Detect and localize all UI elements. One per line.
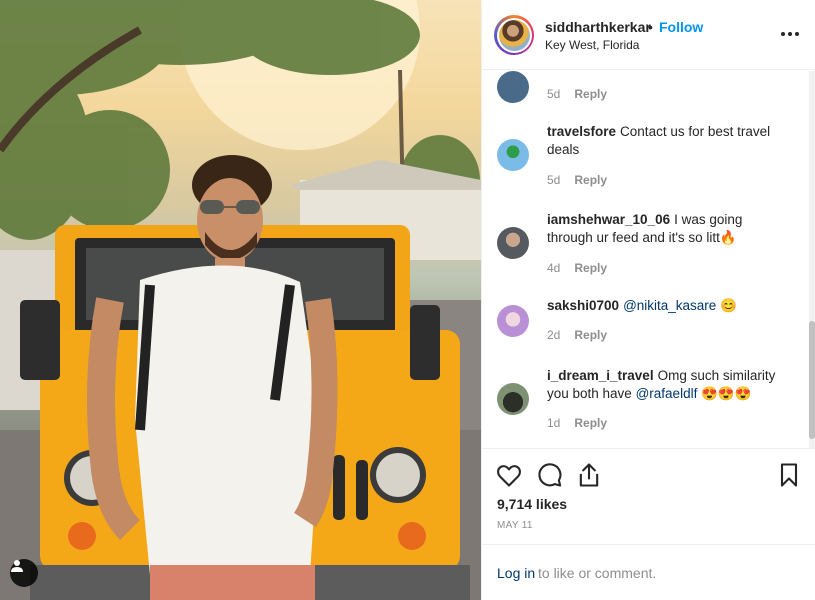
comment-emoji: 😍😍😍 — [701, 386, 752, 401]
comment-text: iamshehwar_10_06 I was going through ur f… — [547, 211, 787, 247]
comment-age: 4d — [547, 261, 561, 275]
comments-list[interactable]: 5d Reply travelsfore Contact us for best t… — [482, 71, 815, 448]
commenter-avatar[interactable] — [497, 139, 529, 171]
commenter-avatar[interactable] — [497, 383, 529, 415]
comment-meta: 2d Reply — [547, 328, 607, 342]
commenter-username[interactable]: sakshi0700 — [547, 298, 619, 313]
comment-mention[interactable]: @rafaeldlf — [636, 386, 698, 401]
heart-icon[interactable] — [495, 461, 523, 489]
user-tag-icon — [11, 560, 23, 572]
reply-button[interactable]: Reply — [574, 261, 607, 275]
comment-meta: 5d Reply — [547, 173, 607, 187]
comment-text: sakshi0700 @nikita_kasare 😊 — [547, 297, 787, 315]
comment-age: 2d — [547, 328, 561, 342]
post-image — [0, 0, 481, 600]
post-photo[interactable] — [0, 0, 481, 600]
login-prompt: Log in to like or comment. — [482, 544, 815, 600]
login-link[interactable]: Log in — [497, 565, 535, 581]
comment-text: travelsfore Contact us for best travel de… — [547, 123, 787, 159]
post-location[interactable]: Key West, Florida — [545, 38, 639, 52]
commenter-avatar[interactable] — [497, 71, 529, 103]
follow-button[interactable]: Follow — [659, 19, 703, 35]
commenter-username[interactable]: iamshehwar_10_06 — [547, 212, 670, 227]
more-icon — [781, 32, 785, 36]
scrollbar-thumb[interactable] — [809, 321, 815, 439]
comment-mention[interactable]: @nikita_kasare — [623, 298, 716, 313]
post-date[interactable]: MAY 11 — [497, 520, 533, 531]
commenter-avatar[interactable] — [497, 227, 529, 259]
likes-count[interactable]: 9,714 likes — [497, 496, 567, 512]
commenter-username[interactable]: i_dream_i_travel — [547, 368, 654, 383]
comment-age: 1d — [547, 416, 561, 430]
comments-scrollbar[interactable] — [809, 71, 815, 448]
share-icon[interactable] — [575, 461, 603, 489]
comment-meta: 1d Reply — [547, 416, 607, 430]
comment-meta: 4d Reply — [547, 261, 607, 275]
comment-emoji: 😊 — [720, 298, 737, 313]
more-options-button[interactable] — [778, 24, 802, 44]
post-side-panel: siddharthkerkar • Follow Key West, Flori… — [481, 0, 815, 600]
post-actions: 9,714 likes MAY 11 — [482, 448, 815, 544]
author-username[interactable]: siddharthkerkar — [545, 19, 651, 35]
user-tag-button[interactable] — [10, 559, 38, 587]
commenter-avatar[interactable] — [497, 305, 529, 337]
comment-icon[interactable] — [535, 461, 563, 489]
reply-button[interactable]: Reply — [574, 328, 607, 342]
login-prompt-text: to like or comment. — [538, 565, 657, 581]
reply-button[interactable]: Reply — [574, 87, 607, 101]
comment-text: i_dream_i_travel Omg such similarity you … — [547, 367, 787, 403]
header-separator: • — [648, 19, 653, 35]
commenter-username[interactable]: travelsfore — [547, 124, 616, 139]
author-avatar[interactable] — [494, 15, 534, 55]
bookmark-icon[interactable] — [775, 461, 803, 489]
post-header: siddharthkerkar • Follow Key West, Flori… — [482, 0, 815, 70]
comment-age: 5d — [547, 173, 561, 187]
comment-age: 5d — [547, 87, 561, 101]
reply-button[interactable]: Reply — [574, 173, 607, 187]
reply-button[interactable]: Reply — [574, 416, 607, 430]
comment-meta: 5d Reply — [547, 87, 607, 101]
